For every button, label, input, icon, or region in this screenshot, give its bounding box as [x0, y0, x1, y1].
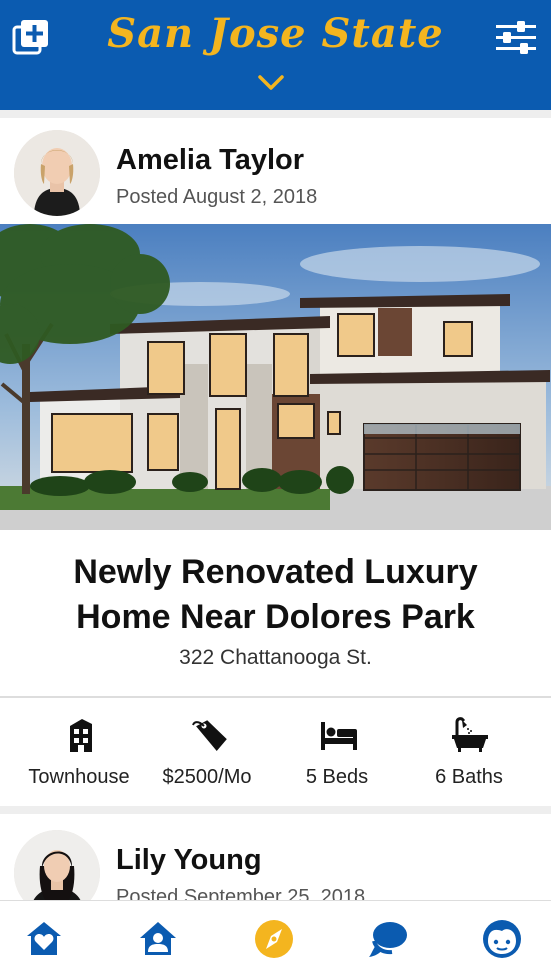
stat-baths: 6 Baths [404, 700, 534, 806]
top-bar: San Jose State [0, 0, 551, 110]
bathtub-icon [452, 717, 488, 752]
divider [0, 696, 551, 698]
chat-icon[interactable] [368, 919, 408, 959]
author-name[interactable]: Amelia Taylor [116, 144, 304, 177]
stat-type: Townhouse [14, 700, 144, 806]
listing-address: 322 Chattanooga St. [179, 646, 372, 669]
stat-label: Townhouse [28, 766, 130, 788]
price-tag-icon [192, 720, 227, 752]
house-person-icon[interactable] [138, 919, 178, 959]
listing-title[interactable]: Newly Renovated Luxury Home Near Dolores… [20, 550, 531, 640]
listing-stats: Townhouse $2500/Mo 5 Beds 6 Baths [0, 700, 551, 806]
author-name[interactable]: Lily Young [116, 844, 262, 877]
stat-label: $2500/Mo [162, 766, 252, 788]
stat-beds: 5 Beds [272, 700, 402, 806]
listing-title-line2: Home Near Dolores Park [76, 598, 475, 636]
post-date: Posted September 25, 2018 [116, 886, 366, 900]
bed-icon [321, 722, 357, 750]
listing-card[interactable]: Lily Young Posted September 25, 2018 [0, 814, 551, 900]
listing-title-line1: Newly Renovated Luxury [73, 553, 478, 591]
listing-card[interactable]: Amelia Taylor Posted August 2, 2018 Newl… [0, 118, 551, 806]
avatar[interactable] [14, 130, 100, 216]
app-title: San Jose State [107, 10, 444, 57]
stat-price: $2500/Mo [142, 700, 272, 806]
chevron-down-icon[interactable] [258, 74, 284, 92]
feed[interactable]: Amelia Taylor Posted August 2, 2018 Newl… [0, 110, 551, 900]
profile-face-icon[interactable] [482, 919, 522, 959]
home-heart-icon[interactable] [24, 919, 64, 959]
listing-photo[interactable] [0, 224, 551, 530]
post-author[interactable]: Lily Young Posted September 25, 2018 [14, 830, 534, 900]
post-date: Posted August 2, 2018 [116, 186, 318, 208]
stat-label: 5 Beds [305, 766, 369, 788]
filter-sliders-icon[interactable] [495, 20, 537, 56]
compass-icon[interactable] [254, 919, 294, 959]
bottom-nav [0, 900, 551, 979]
avatar[interactable] [14, 830, 100, 900]
building-icon [70, 719, 92, 752]
stat-label: 6 Baths [435, 766, 503, 788]
post-author[interactable]: Amelia Taylor Posted August 2, 2018 [14, 130, 534, 218]
